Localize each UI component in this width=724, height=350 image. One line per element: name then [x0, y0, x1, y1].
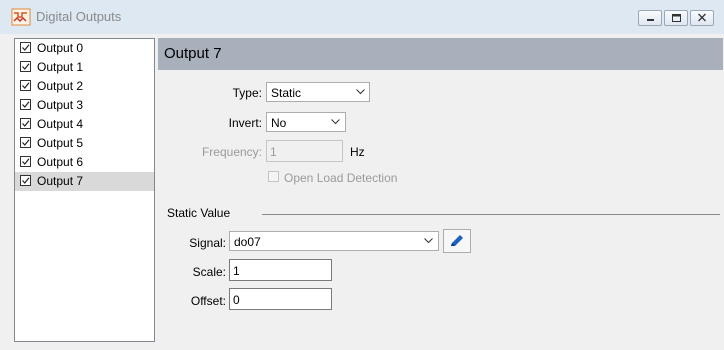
scale-input[interactable]: 1 [229, 259, 332, 281]
maximize-button[interactable] [664, 10, 688, 26]
checkmark-icon [22, 44, 30, 51]
close-icon [698, 13, 706, 22]
list-item-output-1[interactable]: Output 1 [15, 58, 154, 77]
scale-label: Scale: [192, 265, 226, 279]
open-load-checkbox[interactable] [268, 171, 279, 182]
list-item-output-4[interactable]: Output 4 [15, 115, 154, 134]
output-list[interactable]: Output 0 Output 1 Output 2 Output 3 Outp… [14, 38, 155, 342]
digital-outputs-window: Digital Outputs Output 0 Output 1 Output… [0, 0, 724, 350]
checkmark-icon [22, 82, 30, 89]
offset-value: 0 [233, 293, 240, 307]
list-item-output-0[interactable]: Output 0 [15, 39, 154, 58]
list-item-label: Output 7 [37, 174, 84, 188]
frequency-input[interactable]: 1 [266, 140, 343, 162]
signal-label: Signal: [189, 236, 226, 250]
chevron-down-icon [331, 119, 340, 125]
open-load-label: Open Load Detection [284, 171, 398, 185]
list-item-label: Output 5 [37, 136, 84, 150]
type-select[interactable]: Static [266, 82, 370, 102]
minimize-icon [647, 19, 654, 21]
title-bar: Digital Outputs [0, 0, 724, 34]
output-checkbox[interactable] [20, 61, 31, 72]
offset-label: Offset: [190, 294, 226, 308]
chevron-down-icon [424, 238, 433, 244]
detail-header: Output 7 [158, 38, 723, 70]
checkmark-icon [22, 101, 30, 108]
invert-value: No [271, 116, 287, 130]
checkmark-icon [22, 158, 30, 165]
list-item-label: Output 1 [37, 60, 84, 74]
output-checkbox[interactable] [20, 42, 31, 53]
list-item-output-7[interactable]: Output 7 [15, 172, 154, 191]
list-item-label: Output 4 [37, 117, 84, 131]
offset-input[interactable]: 0 [229, 288, 332, 310]
list-item-label: Output 3 [37, 98, 84, 112]
list-item-label: Output 0 [37, 41, 84, 55]
pencil-icon [451, 235, 463, 246]
signal-select[interactable]: do07 [229, 231, 439, 251]
detail-title: Output 7 [164, 45, 222, 62]
output-checkbox[interactable] [20, 137, 31, 148]
frequency-unit: Hz [350, 145, 365, 159]
type-value: Static [271, 86, 302, 100]
output-checkbox[interactable] [20, 175, 31, 186]
invert-label: Invert: [228, 116, 262, 130]
output-checkbox[interactable] [20, 99, 31, 110]
list-item-label: Output 2 [37, 79, 84, 93]
list-item-label: Output 6 [37, 155, 84, 169]
window-title: Digital Outputs [36, 9, 122, 24]
checkmark-icon [22, 120, 30, 127]
chevron-down-icon [356, 89, 365, 95]
frequency-label: Frequency: [201, 145, 262, 159]
static-value-group-label: Static Value [167, 206, 231, 220]
invert-select[interactable]: No [266, 112, 346, 132]
list-item-output-2[interactable]: Output 2 [15, 77, 154, 96]
scale-value: 1 [233, 264, 240, 278]
list-item-output-6[interactable]: Output 6 [15, 153, 154, 172]
output-checkbox[interactable] [20, 118, 31, 129]
list-item-output-3[interactable]: Output 3 [15, 96, 154, 115]
signal-value: do07 [234, 235, 261, 249]
minimize-button[interactable] [638, 10, 662, 26]
checkmark-icon [22, 139, 30, 146]
checkmark-icon [22, 63, 30, 70]
group-divider [262, 214, 720, 215]
output-checkbox[interactable] [20, 156, 31, 167]
checkmark-icon [22, 177, 30, 184]
frequency-value: 1 [270, 145, 277, 159]
app-icon [11, 8, 31, 26]
close-button[interactable] [690, 10, 714, 26]
output-checkbox[interactable] [20, 80, 31, 91]
list-item-output-5[interactable]: Output 5 [15, 134, 154, 153]
edit-signal-button[interactable] [443, 229, 471, 253]
output-detail-panel: Output 7 Type: Static Invert: No Frequen… [158, 38, 723, 342]
type-label: Type: [232, 86, 262, 100]
maximize-icon [672, 14, 681, 22]
